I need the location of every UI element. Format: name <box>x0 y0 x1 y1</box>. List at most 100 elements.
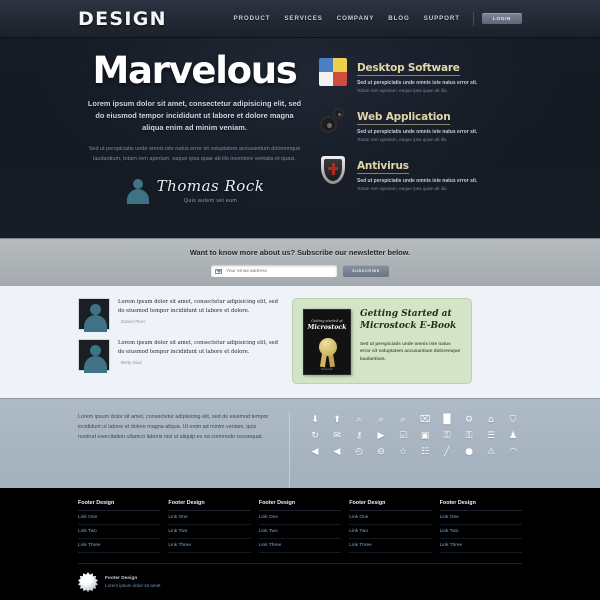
search-icon[interactable]: ⌕ <box>394 415 412 426</box>
volume-off-icon[interactable]: ◀ <box>328 447 346 458</box>
footer-column-5: Footer Design Link One Link Two Link Thr… <box>439 500 523 553</box>
testimonials-column: Lorem ipsum dolor sit amet, consectetur … <box>78 298 278 398</box>
mail-icon[interactable]: ✉ <box>328 431 346 442</box>
shield-icon <box>319 156 349 186</box>
testimonial-author: - Daniel Ross <box>118 318 146 324</box>
feature-line-2: Totam rem aperiam, eaque ipsa quae ab il… <box>357 186 448 192</box>
calendar-icon[interactable]: ☷ <box>416 447 434 458</box>
play-icon[interactable]: ▶ <box>372 431 390 442</box>
footer-column-3: Footer Design Link One Link Two Link Thr… <box>258 500 342 553</box>
mail-icon <box>215 268 223 274</box>
book-cover-title: Microstock <box>307 324 347 331</box>
document-icon[interactable]: ☰ <box>482 431 500 442</box>
gear-icon[interactable]: ⚙ <box>460 415 478 426</box>
ebook-title: Getting Started at Microstock E-Book <box>360 309 457 331</box>
avatar <box>78 339 110 373</box>
nav-item-product[interactable]: PRODUCT <box>233 15 270 22</box>
key-icon[interactable]: ⚷ <box>350 431 368 442</box>
feature-title[interactable]: Desktop Software <box>357 62 460 77</box>
main-navigation: PRODUCT SERVICES COMPANY BLOG SUPPORT <box>226 11 481 26</box>
clock-icon[interactable]: ◴ <box>350 447 368 458</box>
cart-icon[interactable]: ⛉ <box>504 415 522 426</box>
newsletter-form: SUBSCRIBE <box>211 265 389 277</box>
ebook-promo-card[interactable]: Getting started at Microstock Promo.kit … <box>292 298 472 384</box>
footer-column-title: Footer Design <box>258 500 342 511</box>
site-logo[interactable]: DESIGN <box>78 8 167 30</box>
footer-brand-subtitle: Lorem ipsum dolor sit amet <box>105 583 161 588</box>
feature-title[interactable]: Web Application <box>357 111 451 126</box>
lock-icon[interactable]: ⚿ <box>438 431 456 442</box>
arrow-down-icon[interactable]: ⬇ <box>306 415 324 426</box>
medal-icon <box>319 338 337 356</box>
footer-brand-title: Footer Design <box>105 576 138 581</box>
footer-column-title: Footer Design <box>78 500 161 511</box>
trash-icon[interactable]: ⌧ <box>416 415 434 426</box>
user-icon[interactable]: ♟ <box>504 431 522 442</box>
footer-link[interactable]: Link One <box>258 511 342 525</box>
footer-link[interactable]: Link Two <box>439 525 523 539</box>
footer-link[interactable]: Link Three <box>258 539 342 553</box>
footer-link[interactable]: Link One <box>349 511 432 525</box>
box-up-icon[interactable]: ▣ <box>416 431 434 442</box>
feature-item-desktop-software[interactable]: Desktop Software Sed ut perspiciatis und… <box>319 58 522 93</box>
footer-column-1: Footer Design Link One Link Two Link Thr… <box>78 500 161 553</box>
icon-grid: ⬇ ⬆ ⌕ ⌕ ⌕ ⌧ █ ⚙ ⌂ ⛉ ↻ ✉ ⚷ ▶ ☑ ▣ ⚿ ⚿ ☰ ♟ ◀ ◀ ◴ ⊖ ☆ ☷ ╱ ● ⚠ ◠ <box>290 413 522 488</box>
signature-name: Thomas Rock <box>156 177 265 196</box>
hero-feature-list: Desktop Software Sed ut perspiciatis und… <box>303 52 522 238</box>
starburst-logo-icon <box>78 572 98 592</box>
volume-on-icon[interactable]: ◀ <box>306 447 324 458</box>
nav-item-support[interactable]: SUPPORT <box>424 15 460 22</box>
footer-link[interactable]: Link Three <box>168 539 251 553</box>
refresh-icon[interactable]: ↻ <box>306 431 324 442</box>
bar-chart-icon[interactable]: █ <box>438 415 456 426</box>
footer-link[interactable]: Link Two <box>258 525 342 539</box>
warning-icon[interactable]: ⚠ <box>482 447 500 458</box>
checkbox-icon[interactable]: ☑ <box>394 431 412 442</box>
zoom-out-icon[interactable]: ⌕ <box>372 415 390 426</box>
rss-icon[interactable]: ◠ <box>504 447 522 458</box>
feature-title[interactable]: Antivirus <box>357 160 409 175</box>
testimonials-section: Lorem ipsum dolor sit amet, consectetur … <box>0 286 600 398</box>
footer-link[interactable]: Link Two <box>168 525 251 539</box>
avatar <box>125 178 151 205</box>
arrow-up-icon[interactable]: ⬆ <box>328 415 346 426</box>
nav-item-company[interactable]: COMPANY <box>337 15 374 22</box>
hero-title: Marvelous <box>92 49 297 92</box>
footer-link[interactable]: Link Three <box>439 539 523 553</box>
chat-icon[interactable]: ● <box>460 447 478 458</box>
nav-divider <box>472 11 474 26</box>
feature-item-antivirus[interactable]: Antivirus Sed ut perspiciatis unde omnis… <box>319 156 522 191</box>
unlock-icon[interactable]: ⚿ <box>460 431 478 442</box>
footer-link[interactable]: Link Three <box>78 539 161 553</box>
footer-link[interactable]: Link One <box>439 511 523 525</box>
nav-item-blog[interactable]: BLOG <box>388 15 409 22</box>
nav-item-services[interactable]: SERVICES <box>284 15 322 22</box>
footer-column-title: Footer Design <box>439 500 523 511</box>
email-input[interactable] <box>226 268 334 274</box>
star-icon[interactable]: ☆ <box>394 447 412 458</box>
hero-subtitle: Lorem ipsum dolor sit amet, consectetur … <box>87 99 302 132</box>
feature-item-web-application[interactable]: Web Application Sed ut perspiciatis unde… <box>319 107 522 142</box>
footer-bottom-bar: Footer Design Lorem ipsum dolor sit amet <box>78 563 522 592</box>
footer-link[interactable]: Link One <box>78 511 161 525</box>
newsletter-input-wrapper[interactable] <box>211 265 338 277</box>
footer-link[interactable]: Link Three <box>349 539 432 553</box>
hero-section: Marvelous Lorem ipsum dolor sit amet, co… <box>0 38 600 238</box>
home-icon[interactable]: ⌂ <box>482 415 500 426</box>
footer-link[interactable]: Link Two <box>349 525 432 539</box>
signature-block: Thomas Rock Quis autem vel eum <box>86 177 303 205</box>
testimonial-author: - Betty Diaz <box>118 359 142 365</box>
footer-link[interactable]: Link One <box>168 511 251 525</box>
subscribe-button[interactable]: SUBSCRIBE <box>343 265 389 277</box>
login-button[interactable]: LOGIN <box>481 13 522 24</box>
zoom-in-icon[interactable]: ⌕ <box>350 415 368 426</box>
list-item: Lorem ipsum dolor sit amet, consectetur … <box>78 339 278 373</box>
book-cover-image: Getting started at Microstock Promo.kit <box>303 309 351 375</box>
footer-column-title: Footer Design <box>168 500 251 511</box>
pencil-icon[interactable]: ╱ <box>438 447 456 458</box>
ebook-body: Sed ut perspiciatis unde omnis iste natu… <box>360 340 461 362</box>
footer-column-4: Footer Design Link One Link Two Link Thr… <box>349 500 432 553</box>
minus-circle-icon[interactable]: ⊖ <box>372 447 390 458</box>
footer-link[interactable]: Link Two <box>78 525 161 539</box>
signature-role: Quis autem vel eum <box>183 198 238 205</box>
